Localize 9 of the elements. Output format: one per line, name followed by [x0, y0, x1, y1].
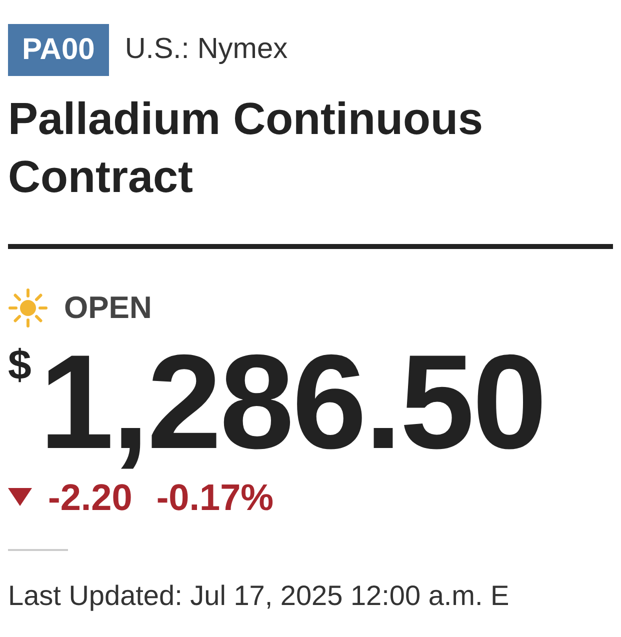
change-percent: -0.17% [156, 476, 274, 520]
change-amount: -2.20 [48, 476, 132, 520]
page-title: Palladium Continuous Contract [8, 92, 484, 204]
price-value: 1,286.50 [39, 336, 545, 470]
market-status: OPEN [64, 289, 152, 327]
exchange-label: U.S.: Nymex [124, 32, 288, 68]
last-updated: Last Updated: Jul 17, 2025 12:00 a.m. E [8, 579, 510, 613]
currency-symbol: $ [8, 344, 32, 386]
ticker-badge: PA00 [8, 24, 109, 76]
